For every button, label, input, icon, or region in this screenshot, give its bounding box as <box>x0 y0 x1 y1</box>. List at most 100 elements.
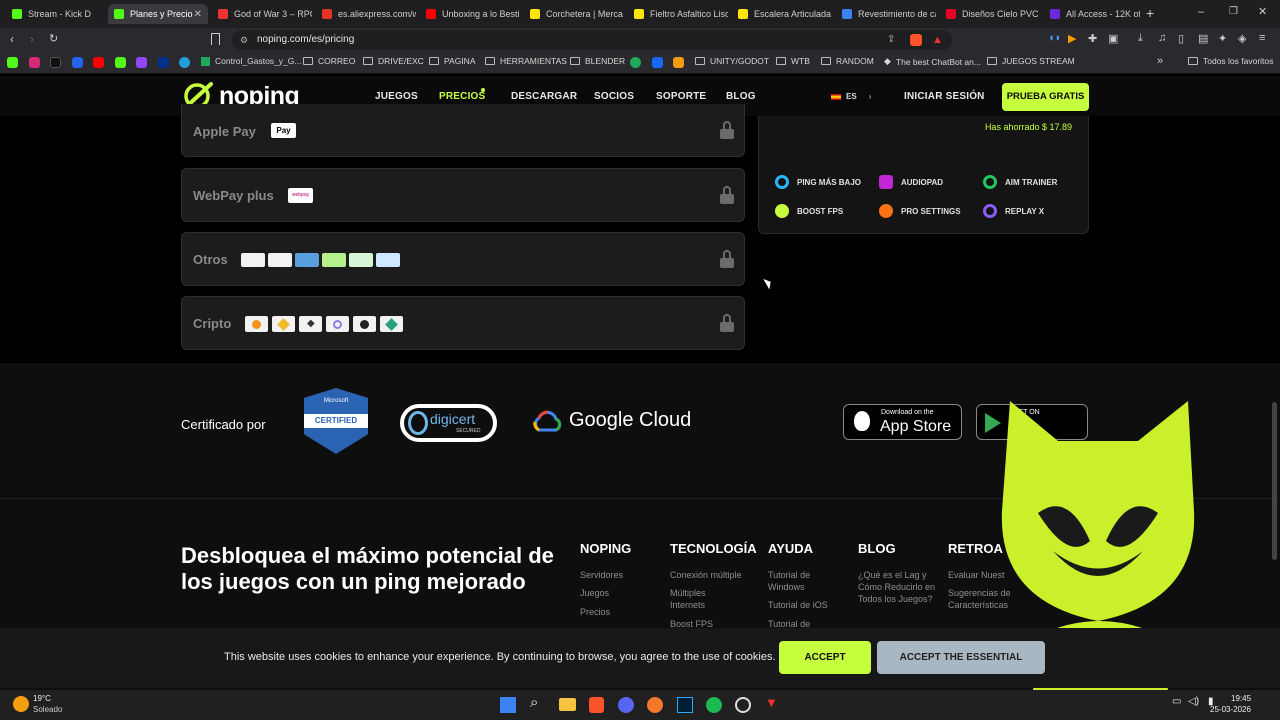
app-store-button[interactable]: Download on the App Store <box>843 404 962 440</box>
footer-link[interactable]: Múltiples Internets <box>670 587 740 611</box>
kick-icon[interactable] <box>115 57 126 68</box>
x-icon[interactable] <box>50 57 61 68</box>
bookmark-folder[interactable]: JUEGOS STREAM <box>987 56 1075 66</box>
wallet-icon[interactable]: ▤ <box>1198 32 1208 45</box>
browser-tab[interactable]: God of War 3 – RPC <box>212 4 312 24</box>
app-icon[interactable] <box>735 697 751 713</box>
bookmark-folder[interactable]: WTB <box>776 56 810 66</box>
browser-tab[interactable]: Corchetera | Merca <box>524 4 624 24</box>
play-extension-icon[interactable]: ▶ <box>1068 32 1076 45</box>
instagram-icon[interactable] <box>29 57 40 68</box>
bookmark-item[interactable]: ◆ The best ChatBot an... <box>884 56 981 67</box>
youtube-icon[interactable] <box>93 57 104 68</box>
free-trial-button[interactable]: PRUEBA GRATIS <box>1002 83 1089 111</box>
bookmark-folder[interactable]: CORREO <box>303 56 355 66</box>
login-link[interactable]: INICIAR SESIÓN <box>904 91 985 102</box>
photoshop-icon[interactable] <box>677 697 693 713</box>
sidebar-icon[interactable]: ▯ <box>1178 32 1184 45</box>
clock-date[interactable]: 25-03-2026 <box>1210 705 1251 714</box>
blender-icon[interactable] <box>647 697 663 713</box>
reload-icon[interactable]: ↻ <box>49 32 58 45</box>
clock-time[interactable]: 19:45 <box>1231 694 1251 703</box>
nav-precios[interactable]: PRECIOS <box>439 91 485 102</box>
twitch-icon[interactable] <box>136 57 147 68</box>
nav-soporte[interactable]: SOPORTE <box>656 91 706 102</box>
download-icon[interactable]: ⤓ <box>1138 32 1143 45</box>
paypal-icon[interactable] <box>158 57 169 68</box>
footer-link[interactable]: Juegos <box>580 587 609 599</box>
weather-icon[interactable] <box>13 696 29 712</box>
music-icon[interactable]: ♫ <box>1158 32 1166 44</box>
language-selector[interactable]: ES › <box>831 92 871 101</box>
scrollbar-thumb[interactable] <box>1272 402 1277 560</box>
brave-browser-icon[interactable] <box>589 697 604 713</box>
url-field[interactable]: ⚙ noping.com/es/pricing ⇪ ▲ <box>232 30 952 50</box>
brave-beta-icon[interactable]: ▼ <box>765 695 778 710</box>
close-window-icon[interactable]: ✕ <box>1258 5 1267 18</box>
site-info-icon[interactable]: ⚙ <box>240 30 248 50</box>
payment-method-otros[interactable]: Otros <box>181 232 745 286</box>
browser-tab[interactable]: All Access - 12K of <box>1044 4 1140 24</box>
nav-descargar[interactable]: DESCARGAR <box>511 91 577 102</box>
footer-link[interactable]: ¿Qué es el Lag y Cómo Reducirlo en Todos… <box>858 569 938 605</box>
browser-tab[interactable]: Revestimiento de ca <box>836 4 936 24</box>
browser-tab[interactable]: Stream - Kick D <box>6 4 104 24</box>
share-icon[interactable]: ⇪ <box>887 30 895 50</box>
bookmark-icon[interactable] <box>211 33 220 45</box>
nav-blog[interactable]: BLOG <box>726 91 756 102</box>
kick-icon[interactable] <box>7 57 18 68</box>
browser-tab[interactable]: Escalera Articulada <box>732 4 832 24</box>
payment-method-cripto[interactable]: Cripto ◆ <box>181 296 745 350</box>
bookmark-site-icon[interactable] <box>72 57 83 68</box>
footer-link[interactable]: Precios <box>580 606 610 618</box>
windows-start-icon[interactable] <box>500 697 516 713</box>
bookmark-folder[interactable]: PAGINA <box>429 56 476 66</box>
close-tab-icon[interactable]: ✕ <box>194 9 202 20</box>
bookmark-site-icon[interactable] <box>630 57 641 68</box>
browser-tab-active[interactable]: Planes y Precio ✕ <box>108 4 208 24</box>
extension-icon[interactable]: ◖◗ <box>1048 32 1061 44</box>
menu-icon[interactable]: ≡ <box>1259 32 1265 44</box>
browser-tab[interactable]: Unboxing a lo Besti <box>420 4 520 24</box>
volume-icon[interactable]: ◁) <box>1188 696 1199 707</box>
file-explorer-icon[interactable] <box>559 698 576 711</box>
all-bookmarks[interactable]: Todos los favoritos <box>1188 56 1273 66</box>
search-icon[interactable]: ⌕ <box>530 694 538 711</box>
payment-method-applepay[interactable]: Apple Pay Pay <box>181 104 745 157</box>
vpn-icon[interactable]: ◈ <box>1238 32 1246 45</box>
puzzle-icon[interactable]: ✚ <box>1088 32 1097 45</box>
network-icon[interactable]: ▭ <box>1172 696 1181 707</box>
telegram-icon[interactable] <box>179 57 190 68</box>
accept-essential-button[interactable]: ACCEPT THE ESSENTIAL <box>877 641 1045 674</box>
footer-link[interactable]: Evaluar Nuest <box>948 569 1005 581</box>
bookmark-site-icon[interactable] <box>673 57 684 68</box>
restore-icon[interactable]: ❐ <box>1229 6 1238 17</box>
footer-link[interactable]: Tutorial de Windows <box>768 569 828 593</box>
nav-socios[interactable]: SOCIOS <box>594 91 634 102</box>
minimize-icon[interactable]: – <box>1198 6 1204 18</box>
footer-link[interactable]: Conexión múltiple <box>670 569 742 581</box>
browser-tab[interactable]: Diseños Cielo PVC - <box>940 4 1040 24</box>
bookmark-folder[interactable]: UNITY/GODOT <box>695 56 769 66</box>
brave-rewards-icon[interactable]: ▲ <box>932 30 943 50</box>
browser-tab[interactable]: es.aliexpress.com/w <box>316 4 416 24</box>
payment-method-webpay[interactable]: WebPay plus webpay <box>181 168 745 222</box>
discord-icon[interactable] <box>618 697 634 713</box>
bookmark-folder[interactable]: RANDOM <box>821 56 874 66</box>
spotify-icon[interactable] <box>706 697 722 713</box>
bookmark-folder[interactable]: BLENDER <box>570 56 625 66</box>
leo-ai-icon[interactable]: ✦ <box>1218 32 1227 45</box>
bookmark-folder[interactable]: DRIVE/EXC <box>363 56 424 66</box>
nav-juegos[interactable]: JUEGOS <box>375 91 418 102</box>
wallet-icon[interactable]: ▣ <box>1108 32 1118 45</box>
behance-icon[interactable] <box>652 57 663 68</box>
new-tab-icon[interactable]: + <box>1146 5 1154 21</box>
bookmark-folder[interactable]: HERRAMIENTAS <box>485 56 567 66</box>
footer-link[interactable]: Tutorial de iOS <box>768 599 828 611</box>
forward-icon[interactable]: › <box>30 32 34 46</box>
accept-cookies-button[interactable]: ACCEPT <box>779 641 871 674</box>
back-icon[interactable]: ‹ <box>10 32 14 46</box>
more-bookmarks-icon[interactable]: » <box>1157 55 1163 67</box>
browser-tab[interactable]: Fieltro Asfaltico Liso <box>628 4 728 24</box>
bookmark-item[interactable]: Control_Gastos_y_G... <box>201 56 301 66</box>
